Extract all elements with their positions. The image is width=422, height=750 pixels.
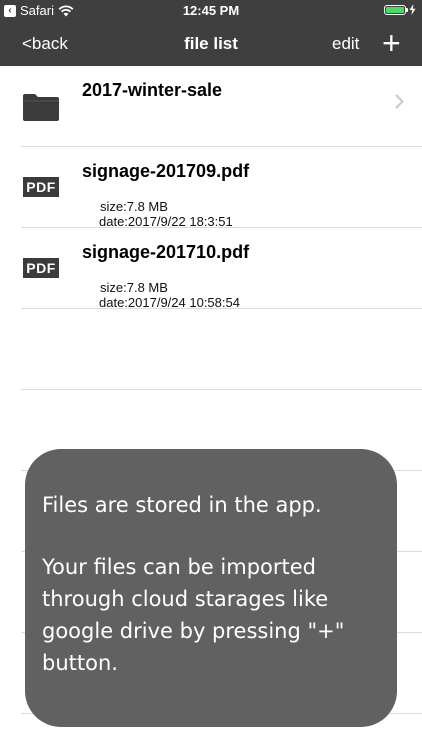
back-button[interactable]: <back — [22, 34, 68, 54]
overlay-spacer — [42, 521, 383, 551]
list-item-pdf[interactable]: PDF signage-201709.pdf size:7.8 MB date:… — [0, 147, 422, 229]
pdf-icon: PDF — [23, 177, 59, 197]
battery-icon — [384, 4, 408, 15]
file-name: signage-201709.pdf — [82, 161, 250, 181]
status-time: 12:45 PM — [182, 3, 240, 18]
file-size: size:7.8 MB — [100, 280, 168, 295]
edit-button[interactable]: edit — [332, 34, 359, 54]
status-bar: ‹ Safari 12:45 PM — [0, 0, 422, 22]
navigation-bar: <back file list edit + — [0, 22, 422, 66]
help-overlay[interactable]: Files are stored in the app. Your files … — [25, 449, 397, 727]
list-item-pdf[interactable]: PDF signage-201710.pdf size:7.8 MB date:… — [0, 228, 422, 310]
list-item-folder[interactable]: 2017-winter-sale — [0, 66, 422, 147]
overlay-line: Files are stored in the app. — [42, 493, 322, 517]
empty-row — [0, 309, 422, 390]
file-size: size:7.8 MB — [100, 199, 168, 214]
overlay-line: button. — [42, 651, 118, 675]
overlay-line: Your files can be imported — [42, 555, 317, 579]
overlay-line: google drive by pressing "+" — [42, 619, 345, 643]
file-name: signage-201710.pdf — [82, 242, 250, 262]
chevron-right-icon — [395, 94, 404, 109]
add-button[interactable]: + — [382, 24, 401, 62]
folder-icon — [23, 94, 59, 121]
charging-icon — [409, 4, 416, 15]
status-right — [384, 4, 416, 15]
pdf-icon: PDF — [23, 258, 59, 278]
file-name: 2017-winter-sale — [82, 80, 223, 100]
overlay-line: through cloud starages like — [42, 587, 329, 611]
